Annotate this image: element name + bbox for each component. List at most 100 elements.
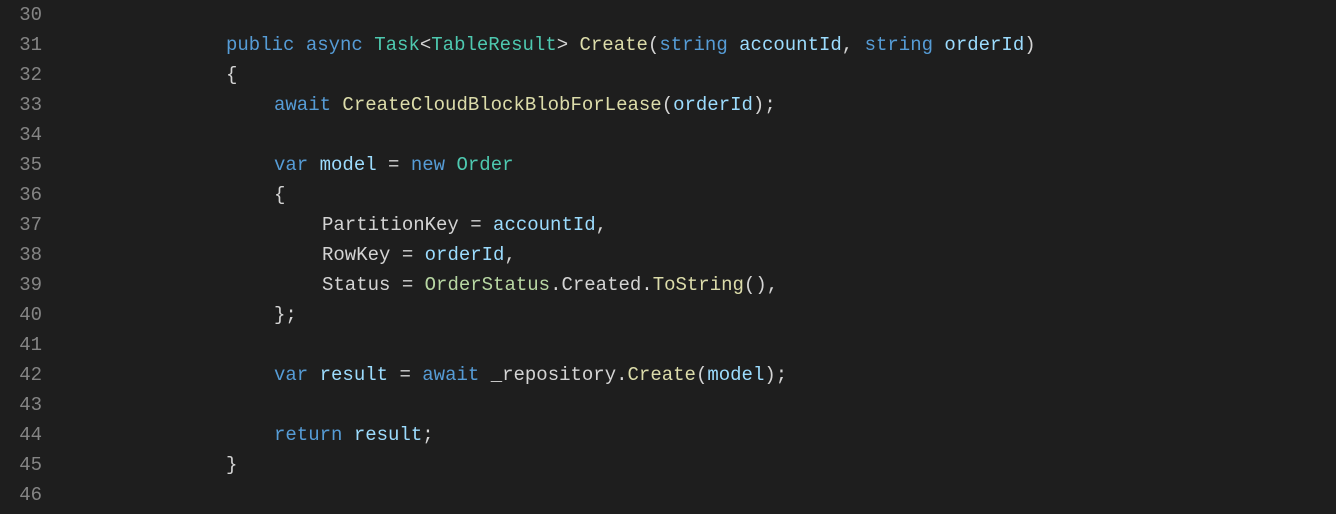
line-number: 34: [8, 120, 42, 150]
code-line: [98, 0, 1336, 30]
code-token: [308, 154, 319, 176]
code-line: [98, 330, 1336, 360]
code-token: [308, 364, 319, 386]
code-token: [363, 34, 374, 56]
code-token: ): [1024, 34, 1035, 56]
code-token: _repository: [491, 364, 616, 386]
code-token: =: [390, 274, 424, 296]
code-token: await: [274, 94, 331, 116]
code-token: orderId: [944, 34, 1024, 56]
code-token: model: [707, 364, 764, 386]
code-token: ;: [422, 424, 433, 446]
line-number: 32: [8, 60, 42, 90]
code-token: {: [274, 184, 285, 206]
code-token: string: [865, 34, 933, 56]
code-line: var result = await _repository.Create(mo…: [98, 360, 1336, 390]
code-token: ToString: [653, 274, 744, 296]
code-token: };: [274, 304, 297, 326]
code-token: );: [764, 364, 787, 386]
line-number: 31: [8, 30, 42, 60]
code-token: <: [420, 34, 431, 56]
code-token: await: [422, 364, 479, 386]
code-line: Status = OrderStatus.Created.ToString(),: [98, 270, 1336, 300]
code-token: [728, 34, 739, 56]
code-editor: 3031323334353637383940414243444546 publi…: [0, 0, 1336, 514]
code-token: [294, 34, 305, 56]
code-token: CreateCloudBlockBlobForLease: [342, 94, 661, 116]
line-number: 30: [8, 0, 42, 30]
code-token: {: [226, 64, 237, 86]
code-token: =: [377, 154, 411, 176]
code-token: accountId: [493, 214, 596, 236]
code-token: }: [226, 454, 237, 476]
line-number: 33: [8, 90, 42, 120]
code-line: PartitionKey = accountId,: [98, 210, 1336, 240]
line-number: 44: [8, 420, 42, 450]
code-token: Task: [374, 34, 420, 56]
line-number: 46: [8, 480, 42, 510]
code-token: Status: [322, 274, 390, 296]
code-token: [933, 34, 944, 56]
code-token: var: [274, 364, 308, 386]
code-line: RowKey = orderId,: [98, 240, 1336, 270]
code-token: ,: [504, 244, 515, 266]
code-token: RowKey: [322, 244, 390, 266]
code-area[interactable]: public async Task<TableResult> Create(st…: [60, 0, 1336, 514]
code-token: .: [641, 274, 652, 296]
code-line: public async Task<TableResult> Create(st…: [98, 30, 1336, 60]
line-number: 41: [8, 330, 42, 360]
code-token: Created: [561, 274, 641, 296]
code-token: );: [753, 94, 776, 116]
line-number: 38: [8, 240, 42, 270]
code-token: accountId: [739, 34, 842, 56]
code-token: (),: [744, 274, 778, 296]
line-number-gutter: 3031323334353637383940414243444546: [0, 0, 60, 514]
code-token: =: [390, 244, 424, 266]
code-token: var: [274, 154, 308, 176]
code-token: (: [696, 364, 707, 386]
code-token: public: [226, 34, 294, 56]
code-token: =: [388, 364, 422, 386]
line-number: 35: [8, 150, 42, 180]
code-line: [98, 390, 1336, 420]
code-line: }: [98, 450, 1336, 480]
code-token: TableResult: [431, 34, 556, 56]
code-token: result: [320, 364, 388, 386]
code-token: return: [274, 424, 342, 446]
code-line: [98, 480, 1336, 510]
line-number: 40: [8, 300, 42, 330]
code-line: var model = new Order: [98, 150, 1336, 180]
line-number: 36: [8, 180, 42, 210]
code-token: (: [648, 34, 659, 56]
line-number: 42: [8, 360, 42, 390]
line-number: 39: [8, 270, 42, 300]
code-token: Create: [580, 34, 648, 56]
code-token: ,: [596, 214, 607, 236]
code-line: return result;: [98, 420, 1336, 450]
code-line: {: [98, 180, 1336, 210]
code-token: [445, 154, 456, 176]
code-token: [479, 364, 490, 386]
code-token: OrderStatus: [425, 274, 550, 296]
code-token: =: [459, 214, 493, 236]
code-token: >: [557, 34, 580, 56]
line-number: 43: [8, 390, 42, 420]
code-line: await CreateCloudBlockBlobForLease(order…: [98, 90, 1336, 120]
code-token: Create: [628, 364, 696, 386]
code-token: PartitionKey: [322, 214, 459, 236]
code-token: Order: [456, 154, 513, 176]
code-line: {: [98, 60, 1336, 90]
code-token: result: [354, 424, 422, 446]
code-token: new: [411, 154, 445, 176]
code-line: [98, 120, 1336, 150]
code-token: string: [659, 34, 727, 56]
code-token: async: [306, 34, 363, 56]
code-token: [342, 424, 353, 446]
code-token: orderId: [425, 244, 505, 266]
line-number: 45: [8, 450, 42, 480]
code-token: .: [550, 274, 561, 296]
code-token: (: [662, 94, 673, 116]
code-token: [331, 94, 342, 116]
code-token: model: [320, 154, 377, 176]
code-line: };: [98, 300, 1336, 330]
